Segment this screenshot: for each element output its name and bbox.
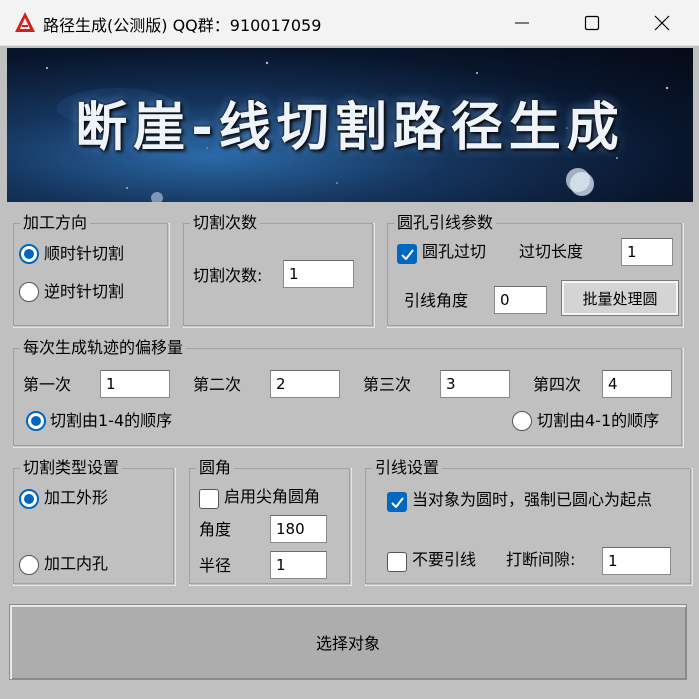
force-center-checkbox[interactable] (387, 492, 407, 512)
close-button[interactable] (627, 0, 697, 46)
cut-count-input[interactable]: 1 (283, 260, 354, 288)
maximize-button[interactable] (557, 0, 627, 46)
overcut-label[interactable]: 圆孔过切 (422, 242, 486, 262)
no-lead-label[interactable]: 不要引线 (412, 550, 476, 570)
enable-fillet-label[interactable]: 启用尖角圆角 (224, 487, 320, 507)
cw-radio[interactable] (19, 244, 39, 264)
offsets-group: 每次生成轨迹的偏移量 第一次 1 第二次 2 第三次 3 第四次 4 切割由1-… (13, 338, 684, 448)
inner-hole-radio[interactable] (19, 555, 39, 575)
fillet-radius-input[interactable]: 1 (270, 551, 327, 579)
order-1-4-radio[interactable] (26, 411, 46, 431)
select-objects-button[interactable]: 选择对象 (9, 604, 687, 680)
banner-image: 断崖-线切割路径生成 (7, 48, 693, 202)
offset-1-input[interactable]: 1 (100, 370, 170, 398)
lead-settings-group: 引线设置 当对象为圆时，强制已圆心为起点 不要引线 打断间隙: 1 (365, 458, 693, 586)
force-center-label[interactable]: 当对象为圆时，强制已圆心为起点 (412, 490, 652, 510)
offset-2-input[interactable]: 2 (270, 370, 340, 398)
ccw-label[interactable]: 逆时针切割 (44, 282, 124, 302)
fillet-angle-input[interactable]: 180 (270, 515, 327, 543)
checkmark-icon (401, 249, 414, 260)
hole-lead-group-title: 圆孔引线参数 (394, 213, 497, 233)
order-1-4-label[interactable]: 切割由1-4的顺序 (50, 411, 172, 431)
enable-fillet-checkbox[interactable] (199, 489, 219, 509)
cut-type-group-title: 切割类型设置 (20, 458, 123, 478)
direction-group-title: 加工方向 (20, 213, 91, 233)
lead-settings-group-title: 引线设置 (372, 458, 443, 478)
fillet-angle-label: 角度 (199, 520, 232, 539)
order-4-1-label[interactable]: 切割由4-1的顺序 (537, 411, 659, 431)
checkmark-icon (391, 497, 404, 508)
offset-3-label: 第三次 (363, 375, 412, 394)
break-gap-label: 打断间隙: (506, 550, 576, 569)
offset-3-input[interactable]: 3 (440, 370, 510, 398)
lead-angle-input[interactable]: 0 (494, 286, 547, 314)
cw-label[interactable]: 顺时针切割 (44, 244, 124, 264)
window-title: 路径生成(公测版) QQ群：910017059 (43, 16, 322, 35)
maximize-icon (584, 15, 600, 31)
overcut-length-label: 过切长度 (519, 242, 584, 261)
lead-angle-label: 引线角度 (404, 291, 469, 310)
app-logo-icon (15, 12, 35, 32)
order-4-1-radio[interactable] (512, 411, 532, 431)
minimize-icon (515, 22, 529, 24)
offset-1-label: 第一次 (23, 375, 72, 394)
minimize-button[interactable] (487, 0, 557, 46)
break-gap-input[interactable]: 1 (602, 547, 671, 575)
fillet-group-title: 圆角 (196, 458, 235, 478)
overcut-length-input[interactable]: 1 (621, 238, 673, 266)
fillet-group: 圆角 启用尖角圆角 角度 180 半径 1 (189, 458, 352, 586)
cut-count-group-title: 切割次数 (190, 213, 261, 233)
outer-shape-radio[interactable] (19, 489, 39, 509)
batch-process-circles-button[interactable]: 批量处理圆 (561, 280, 679, 316)
outer-shape-label[interactable]: 加工外形 (44, 488, 108, 508)
offsets-group-title: 每次生成轨迹的偏移量 (20, 338, 187, 358)
fillet-radius-label: 半径 (199, 556, 232, 575)
overcut-checkbox[interactable] (397, 244, 417, 264)
ccw-radio[interactable] (19, 282, 39, 302)
cut-count-group: 切割次数 切割次数: 1 (183, 213, 375, 328)
title-bar: 路径生成(公测版) QQ群：910017059 (0, 0, 699, 46)
banner-title: 断崖-线切割路径生成 (75, 98, 625, 158)
offset-4-input[interactable]: 4 (602, 370, 672, 398)
offset-4-label: 第四次 (533, 375, 582, 394)
direction-group: 加工方向 顺时针切割 逆时针切割 (13, 213, 170, 328)
close-icon (654, 15, 670, 31)
hole-lead-group: 圆孔引线参数 圆孔过切 过切长度 1 引线角度 0 批量处理圆 (387, 213, 684, 328)
offset-2-label: 第二次 (193, 375, 242, 394)
no-lead-checkbox[interactable] (387, 552, 407, 572)
inner-hole-label[interactable]: 加工内孔 (44, 554, 108, 574)
cut-count-label: 切割次数: (193, 266, 263, 285)
cut-type-group: 切割类型设置 加工外形 加工内孔 (13, 458, 176, 586)
